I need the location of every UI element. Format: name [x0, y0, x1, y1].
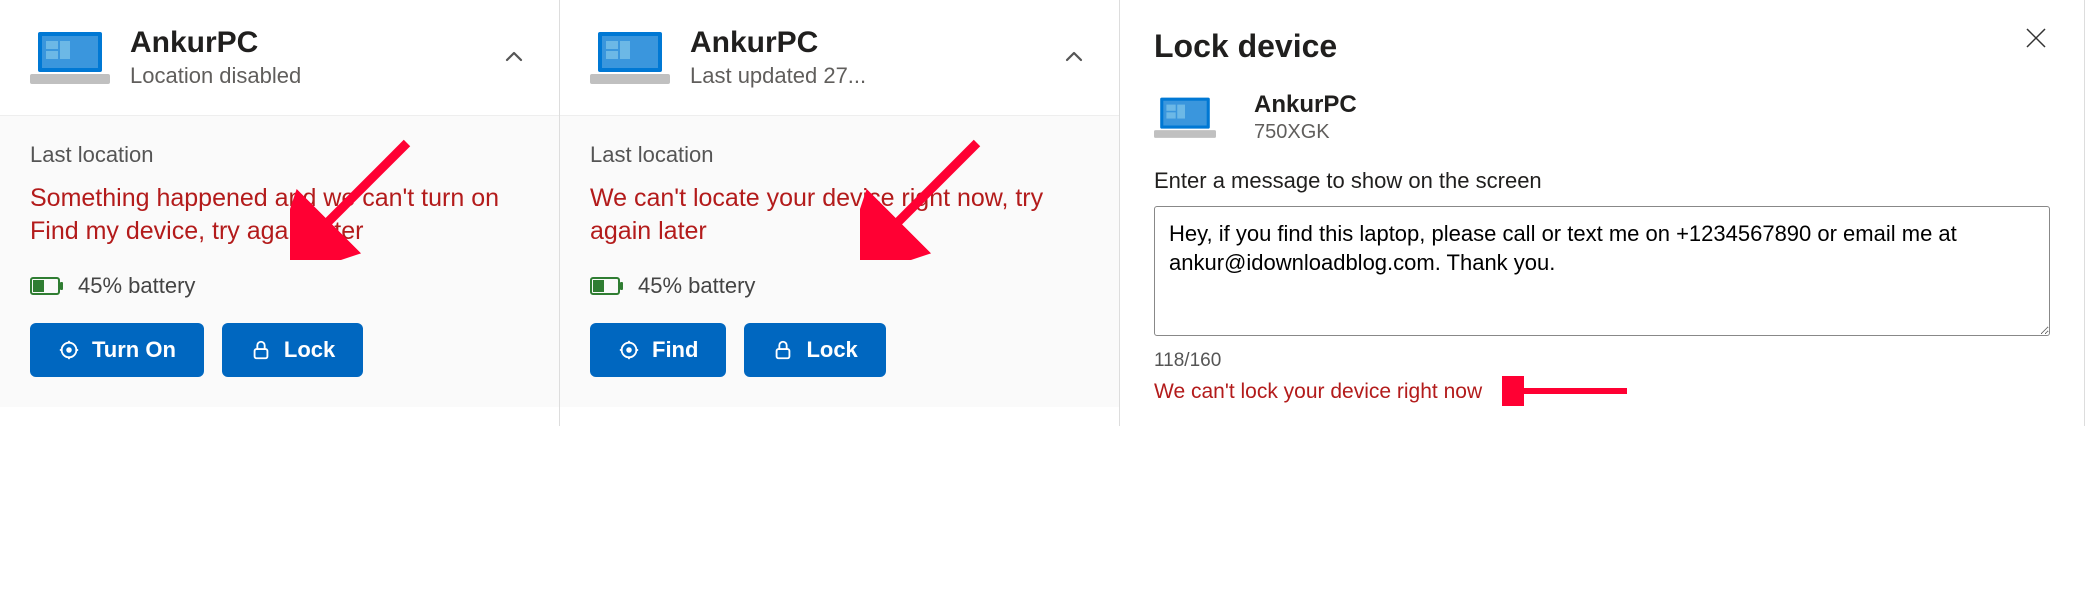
location-icon [618, 339, 640, 361]
laptop-icon [1154, 94, 1216, 140]
turn-on-button[interactable]: Turn On [30, 323, 204, 377]
message-field-label: Enter a message to show on the screen [1154, 168, 2050, 194]
error-message: Something happened and we can't turn on … [30, 182, 529, 250]
card-body: Last location We can't locate your devic… [560, 116, 1119, 408]
button-label: Lock [284, 337, 335, 363]
collapse-button[interactable] [499, 42, 529, 72]
card-header: AnkurPC Location disabled [0, 0, 559, 116]
lock-icon [772, 339, 794, 361]
battery-status: 45% battery [590, 273, 1089, 299]
device-status: Location disabled [130, 63, 301, 89]
button-label: Find [652, 337, 698, 363]
section-label: Last location [30, 142, 529, 168]
battery-icon [30, 277, 64, 295]
battery-status: 45% battery [30, 273, 529, 299]
card-body: Last location Something happened and we … [0, 116, 559, 408]
close-button[interactable] [2018, 20, 2054, 56]
card-header: AnkurPC Last updated 27... [560, 0, 1119, 116]
chevron-up-icon [502, 45, 526, 69]
lock-message-input[interactable] [1154, 206, 2050, 336]
section-label: Last location [590, 142, 1089, 168]
annotation-arrow-icon [1502, 376, 1632, 406]
button-label: Turn On [92, 337, 176, 363]
lock-button[interactable]: Lock [744, 323, 885, 377]
chevron-up-icon [1062, 45, 1086, 69]
device-name: AnkurPC [1254, 91, 1357, 119]
char-counter: 118/160 [1154, 350, 2050, 372]
battery-text: 45% battery [78, 273, 195, 299]
find-button[interactable]: Find [590, 323, 726, 377]
error-message: We can't locate your device right now, t… [590, 182, 1089, 250]
device-model: 750XGK [1254, 121, 1357, 144]
device-status: Last updated 27... [690, 63, 866, 89]
location-icon [58, 339, 80, 361]
button-label: Lock [806, 337, 857, 363]
device-name: AnkurPC [690, 26, 866, 61]
battery-text: 45% battery [638, 273, 755, 299]
device-name: AnkurPC [130, 26, 301, 61]
device-card-b: AnkurPC Last updated 27... Last location… [560, 0, 1120, 426]
lock-button[interactable]: Lock [222, 323, 363, 377]
device-summary: AnkurPC 750XGK [1154, 91, 2050, 144]
error-message: We can't lock your device right now [1154, 380, 1482, 404]
battery-icon [590, 277, 624, 295]
close-icon [2025, 27, 2047, 49]
device-card-a: AnkurPC Location disabled Last location … [0, 0, 560, 426]
laptop-icon [30, 28, 110, 86]
laptop-icon [590, 28, 670, 86]
panel-title: Lock device [1154, 28, 2050, 65]
lock-icon [250, 339, 272, 361]
collapse-button[interactable] [1059, 42, 1089, 72]
lock-device-panel: Lock device AnkurPC 750XGK Enter a messa… [1120, 0, 2085, 426]
